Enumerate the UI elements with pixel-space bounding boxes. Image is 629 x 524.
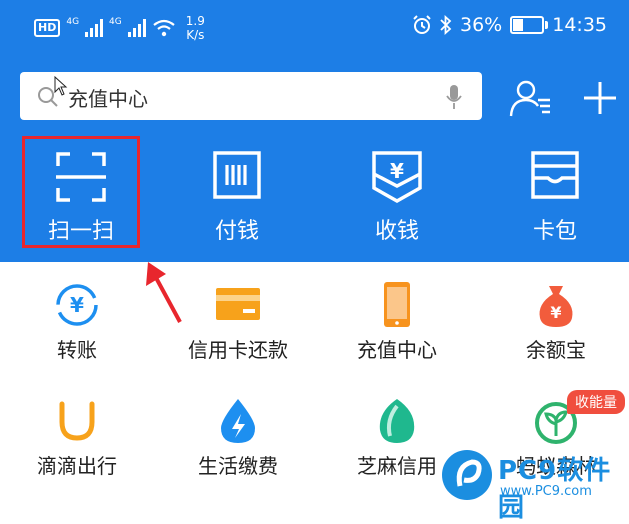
service-top-up[interactable]: 充值中心 xyxy=(322,282,472,392)
contacts-icon[interactable] xyxy=(508,78,552,118)
signal-1-icon xyxy=(85,19,104,37)
transfer-icon: ¥ xyxy=(56,284,98,326)
mouse-cursor-icon xyxy=(54,76,68,96)
battery-percent: 36% xyxy=(460,14,503,36)
svg-text:¥: ¥ xyxy=(390,159,404,183)
add-icon[interactable] xyxy=(580,78,620,118)
service-label: 余额宝 xyxy=(526,338,586,362)
utility-drop-icon xyxy=(221,399,255,443)
pay-label: 付钱 xyxy=(214,219,259,244)
service-utility[interactable]: 生活缴费 xyxy=(163,398,313,508)
hd-indicator: HD xyxy=(34,19,61,37)
signal-1-label: 4G xyxy=(66,17,80,27)
service-didi[interactable]: 滴滴出行 xyxy=(2,398,152,508)
barcode-pay-icon xyxy=(213,151,261,199)
svg-text:¥: ¥ xyxy=(550,303,561,322)
receive-money-button[interactable]: ¥ 收钱 xyxy=(338,138,456,250)
watermark-url: www.PC9.com xyxy=(500,484,592,499)
receive-money-label: 收钱 xyxy=(374,219,419,244)
service-yuebao[interactable]: ¥ 余额宝 xyxy=(481,282,629,392)
receive-money-icon: ¥ xyxy=(372,151,422,204)
card-wallet-label: 卡包 xyxy=(532,219,577,244)
service-label: 充值中心 xyxy=(357,338,437,362)
credit-card-icon xyxy=(216,288,260,320)
sesame-icon xyxy=(379,399,415,443)
money-bag-icon: ¥ xyxy=(539,286,573,327)
card-wallet-button[interactable]: 卡包 xyxy=(496,138,614,250)
signal-2-label: 4G xyxy=(109,17,122,27)
service-label: 滴滴出行 xyxy=(37,454,117,478)
pc9-logo-icon xyxy=(442,450,492,500)
network-speed: 1.9 K/s xyxy=(186,14,205,42)
search-text: 充值中心 xyxy=(68,87,148,111)
card-wallet-icon xyxy=(531,151,579,199)
didi-icon xyxy=(59,401,95,441)
status-bar: HD 4G 4G 1.9 K/s 36% 14:35 xyxy=(0,0,629,56)
alarm-icon xyxy=(413,15,431,34)
scan-highlight-box xyxy=(22,136,140,248)
energy-badge: 收能量 xyxy=(567,390,625,414)
speed-value: 1.9 xyxy=(185,14,205,28)
service-label: 转账 xyxy=(57,338,97,362)
search-bar[interactable]: 充值中心 xyxy=(20,72,482,120)
battery-icon xyxy=(510,16,549,34)
watermark: PC9软件园 www.PC9.com xyxy=(440,448,629,523)
wifi-icon xyxy=(153,19,175,37)
battery-fill xyxy=(513,19,523,31)
signal-2-icon xyxy=(127,19,146,37)
service-credit-card[interactable]: 信用卡还款 xyxy=(163,282,313,392)
microphone-icon[interactable] xyxy=(446,84,462,110)
speed-unit: K/s xyxy=(186,28,205,42)
service-label: 生活缴费 xyxy=(198,454,278,478)
bluetooth-icon xyxy=(440,15,452,35)
svg-text:¥: ¥ xyxy=(70,293,84,317)
phone-icon xyxy=(384,282,410,327)
pay-button[interactable]: 付钱 xyxy=(178,138,296,250)
clock-time: 14:35 xyxy=(552,14,607,36)
service-label: 信用卡还款 xyxy=(188,338,288,362)
service-transfer[interactable]: ¥ 转账 xyxy=(2,282,152,392)
